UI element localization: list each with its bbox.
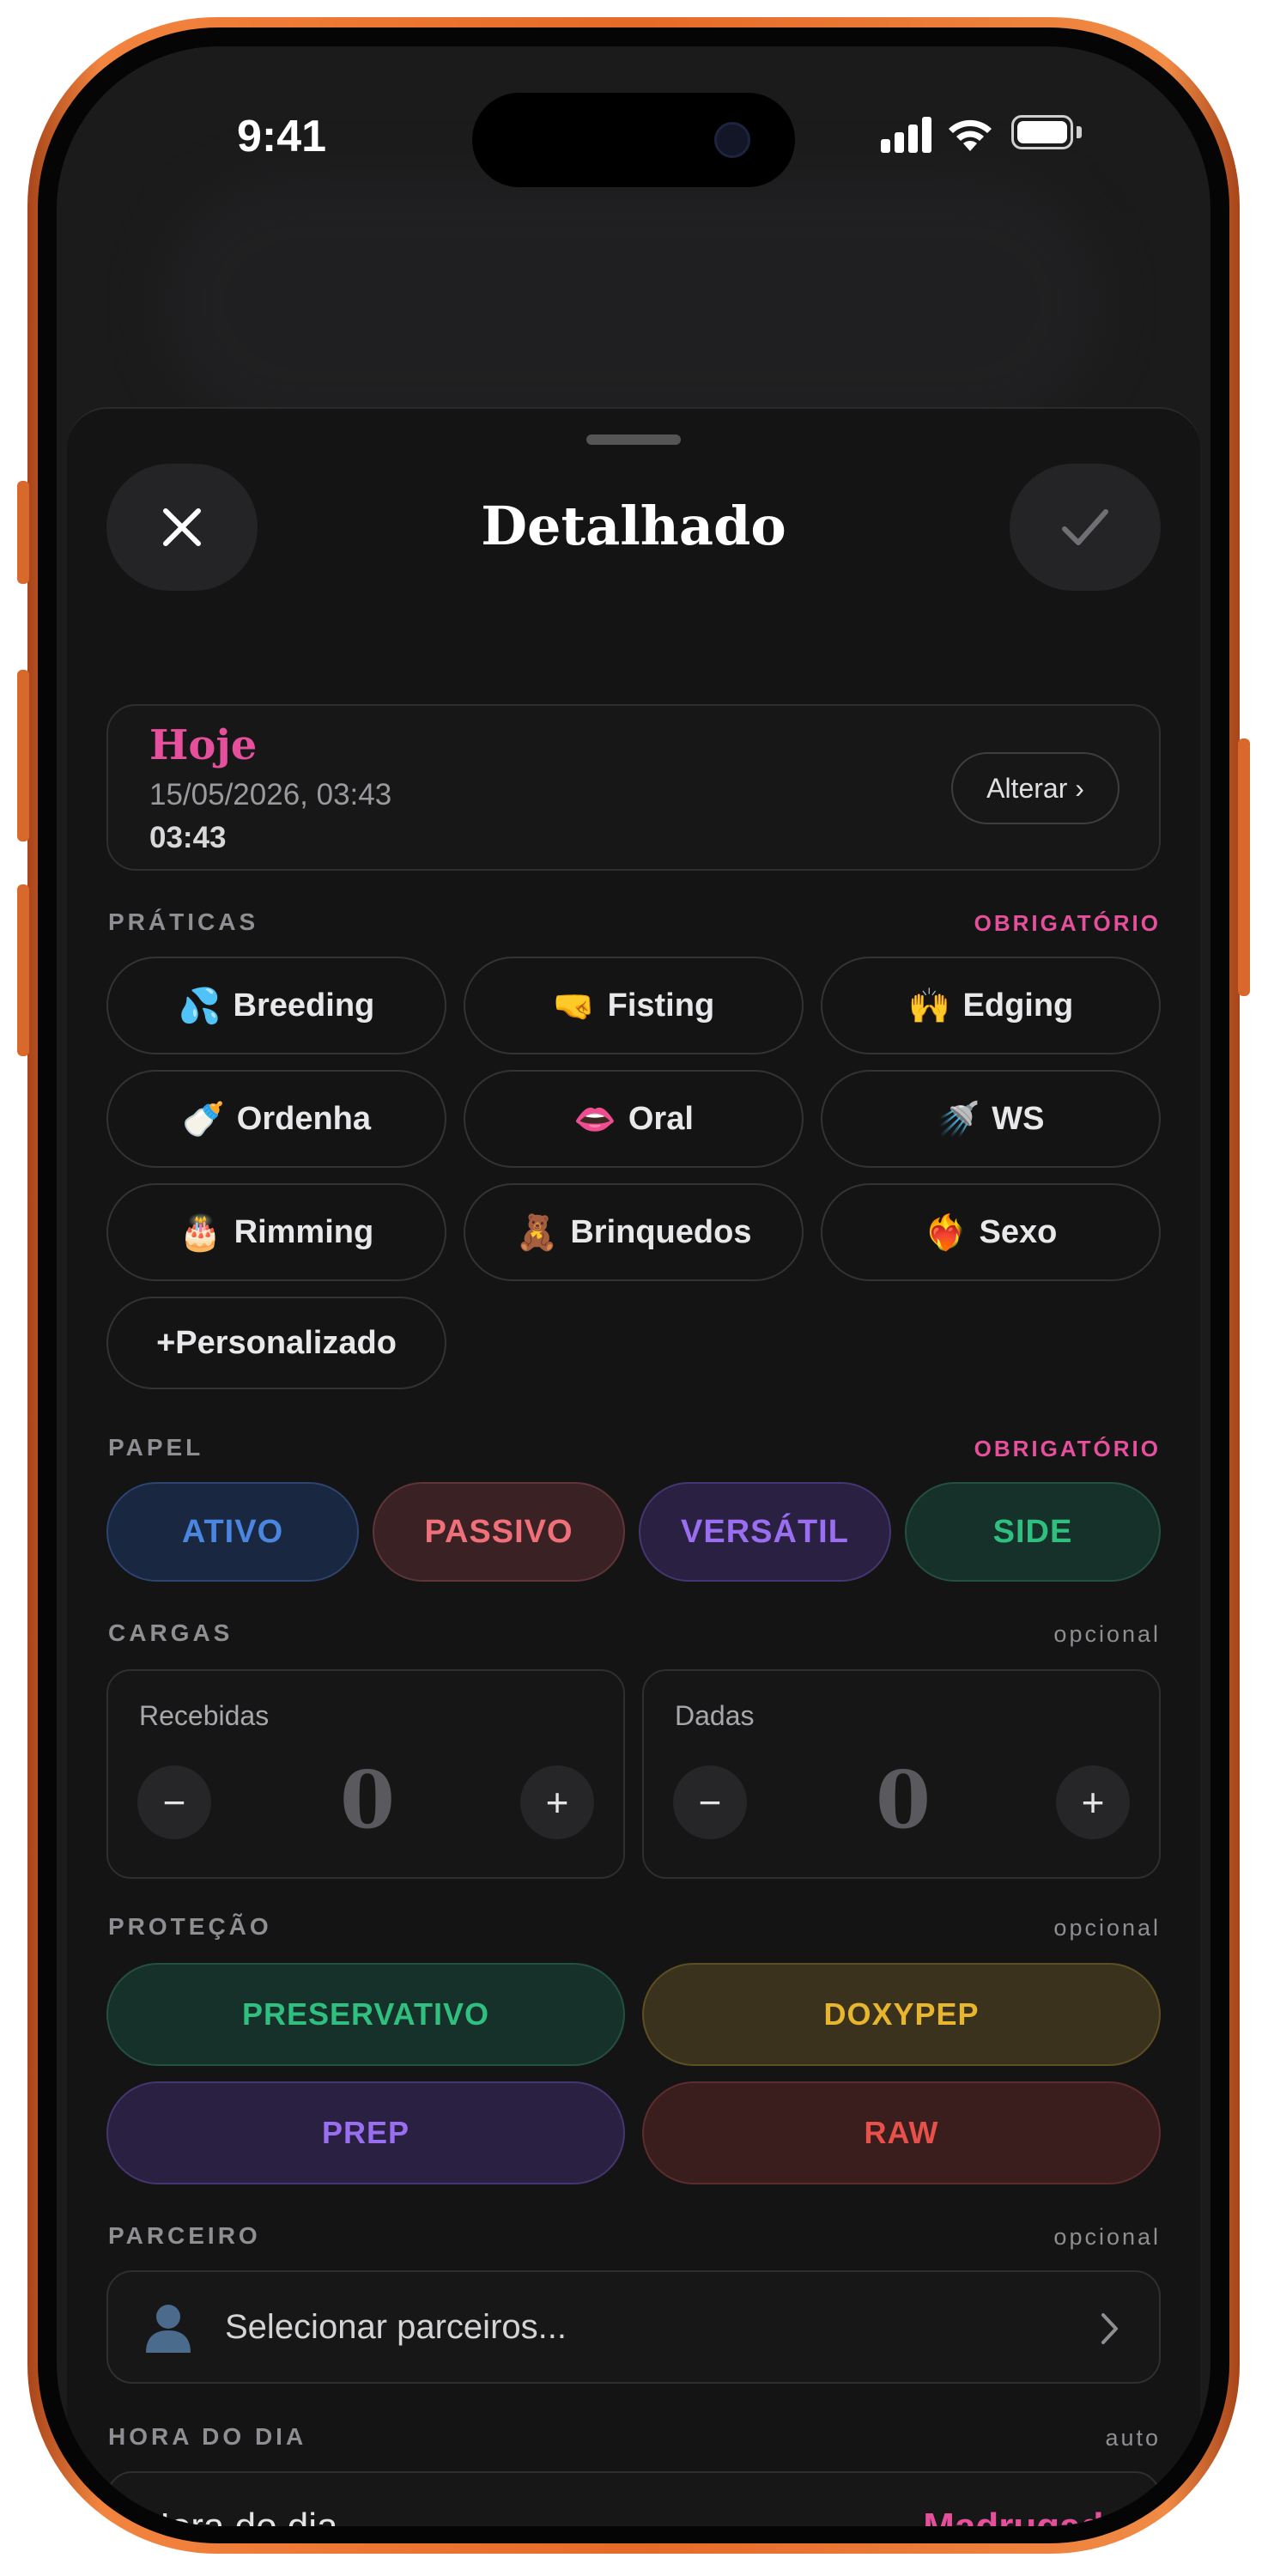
partner-placeholder: Selecionar parceiros... [225, 2308, 567, 2346]
role-option-versatil[interactable]: VERSÁTIL [639, 1482, 891, 1582]
sweat-droplets-icon: 💦 [178, 986, 221, 1026]
practice-label: WS [992, 1100, 1045, 1137]
lips-icon: 👄 [573, 1099, 616, 1139]
time-of-day-value: Madrugada [923, 2506, 1125, 2526]
received-value: 0 [339, 1753, 395, 1846]
practice-label: Edging [962, 987, 1074, 1024]
practice-label: Sexo [979, 1213, 1058, 1250]
raised-hands-icon: 🙌 [907, 986, 951, 1026]
detail-sheet: Detalhado Hoje 15/05/2026, 03:43 03:43 A… [67, 407, 1200, 2526]
wifi-icon [949, 119, 992, 151]
practice-label: Oral [628, 1100, 694, 1137]
close-icon [163, 508, 201, 546]
role-option-side[interactable]: SIDE [905, 1482, 1161, 1582]
role-required-badge: OBRIGATÓRIO [974, 1436, 1161, 1461]
checkmark-icon [1062, 509, 1108, 545]
plus-icon: + [1081, 1780, 1105, 1825]
practice-chip-sexo[interactable]: ❤️‍🔥 Sexo [821, 1183, 1161, 1281]
chevron-right-icon [1101, 2313, 1118, 2344]
heart-on-fire-icon: ❤️‍🔥 [924, 1212, 968, 1253]
protection-option-doxypep[interactable]: DOXYPEP [642, 1963, 1161, 2066]
time-of-day-auto-badge: auto [1105, 2425, 1161, 2451]
cake-icon: 🎂 [179, 1212, 222, 1253]
given-decrement-button[interactable]: − [673, 1765, 747, 1839]
given-label: Dadas [675, 1700, 755, 1731]
received-counter: Recebidas − 0 + [106, 1669, 625, 1879]
protection-label: PROTEÇÃO [108, 1913, 272, 1940]
practice-label: Ordenha [236, 1100, 372, 1137]
partner-label: PARCEIRO [108, 2222, 261, 2249]
role-label: PAPEL [108, 1434, 204, 1461]
practice-label: Rimming [234, 1213, 374, 1250]
protection-option-preservativo[interactable]: PRESERVATIVO [106, 1963, 625, 2066]
practices-required-badge: OBRIGATÓRIO [974, 910, 1161, 936]
power-button [1238, 738, 1250, 996]
background-blur [160, 175, 1104, 433]
time-of-day-row-label: Hora do dia [143, 2506, 337, 2526]
practice-label: Fisting [607, 987, 715, 1024]
practice-chip-fisting[interactable]: 🤜 Fisting [464, 957, 804, 1054]
screen: 9:41 Detalhado Hoje 15/05/2026, 03:43 03… [57, 46, 1210, 2526]
date-relative-label: Hoje [149, 721, 258, 769]
add-custom-practice-button[interactable]: +Personalizado [106, 1297, 446, 1389]
battery-cap [1077, 126, 1082, 138]
practice-chip-rimming[interactable]: 🎂 Rimming [106, 1183, 446, 1281]
protection-optional-badge: opcional [1053, 1915, 1161, 1941]
received-increment-button[interactable]: + [520, 1765, 594, 1839]
baby-bottle-icon: 🍼 [181, 1099, 225, 1139]
practice-chip-breeding[interactable]: 💦 Breeding [106, 957, 446, 1054]
volume-up-button [17, 670, 29, 841]
given-increment-button[interactable]: + [1056, 1765, 1130, 1839]
action-button [17, 481, 29, 584]
given-value: 0 [875, 1753, 931, 1846]
signal-icon [881, 115, 932, 153]
protection-option-raw[interactable]: RAW [642, 2081, 1161, 2184]
teddy-bear-icon: 🧸 [515, 1212, 559, 1253]
practices-label: PRÁTICAS [108, 908, 259, 935]
time-of-day-row[interactable]: Hora do dia Madrugada [106, 2471, 1161, 2526]
confirm-button[interactable] [1010, 464, 1161, 591]
practice-chip-edging[interactable]: 🙌 Edging [821, 957, 1161, 1054]
dynamic-island [472, 93, 795, 187]
change-date-button[interactable]: Alterar › [951, 752, 1119, 824]
person-silhouette-icon [146, 2305, 191, 2353]
practice-chip-ordenha[interactable]: 🍼 Ordenha [106, 1070, 446, 1168]
page-title: Detalhado [481, 495, 786, 557]
practice-label: Breeding [233, 987, 375, 1024]
protection-option-prep[interactable]: PREP [106, 2081, 625, 2184]
practice-chip-brinquedos[interactable]: 🧸 Brinquedos [464, 1183, 804, 1281]
loads-label: CARGAS [108, 1619, 234, 1646]
status-time: 9:41 [237, 112, 327, 161]
loads-optional-badge: opcional [1053, 1621, 1161, 1647]
minus-icon: − [162, 1780, 186, 1825]
date-line: 15/05/2026, 03:43 [149, 778, 392, 811]
select-partners-row[interactable]: Selecionar parceiros... [106, 2270, 1161, 2384]
sheet-grabber[interactable] [586, 434, 681, 445]
plus-icon: + [545, 1780, 569, 1825]
received-decrement-button[interactable]: − [137, 1765, 211, 1839]
shower-icon: 🚿 [937, 1099, 980, 1139]
volume-down-button [17, 884, 29, 1056]
partner-optional-badge: opcional [1053, 2224, 1161, 2250]
close-button[interactable] [106, 464, 258, 591]
time-line: 03:43 [149, 821, 227, 854]
received-label: Recebidas [139, 1700, 270, 1731]
camera-icon [714, 122, 750, 158]
role-option-ativo[interactable]: ATIVO [106, 1482, 359, 1582]
given-counter: Dadas − 0 + [642, 1669, 1161, 1879]
practice-chip-ws[interactable]: 🚿 WS [821, 1070, 1161, 1168]
practice-chip-oral[interactable]: 👄 Oral [464, 1070, 804, 1168]
time-of-day-label: HORA DO DIA [108, 2423, 307, 2450]
role-option-passivo[interactable]: PASSIVO [373, 1482, 625, 1582]
battery-icon [1011, 115, 1073, 149]
fist-icon: 🤜 [552, 986, 596, 1026]
practice-label: Brinquedos [570, 1213, 752, 1250]
minus-icon: − [698, 1780, 722, 1825]
date-card: Hoje 15/05/2026, 03:43 03:43 Alterar › [106, 704, 1161, 871]
